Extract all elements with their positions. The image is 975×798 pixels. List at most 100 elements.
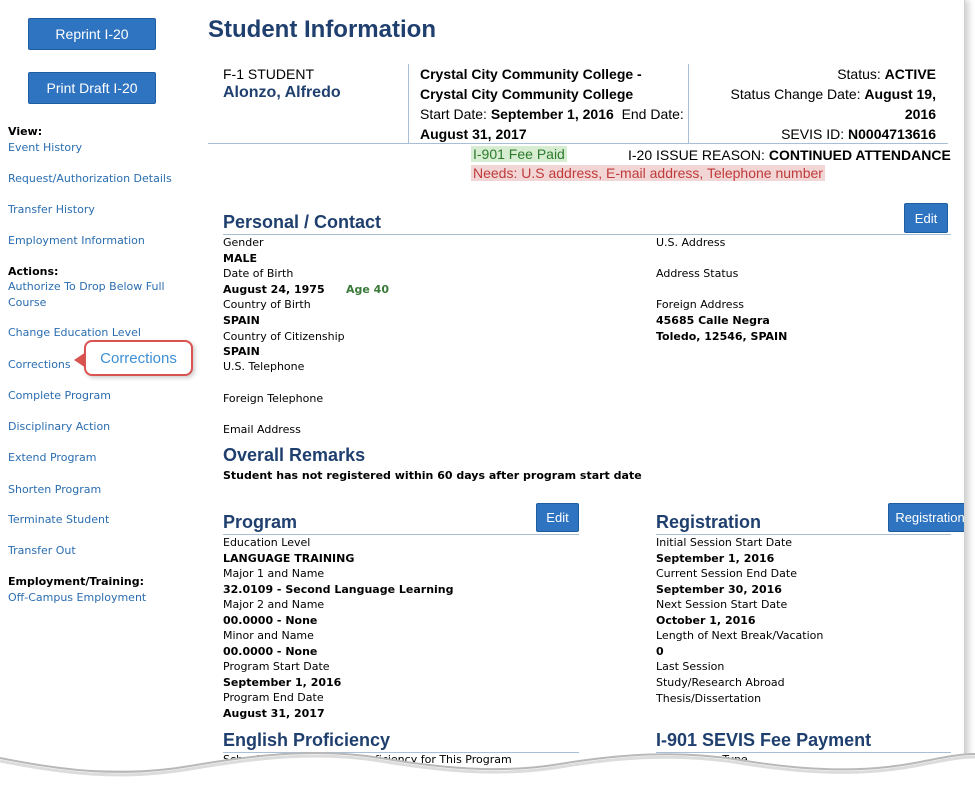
sidebar-link-authorize-drop-course[interactable]: Course (8, 295, 46, 311)
end-date-label: End Date: (621, 106, 684, 122)
initial-session-start-value: September 1, 2016 (656, 552, 775, 565)
sidebar-link-employment-information[interactable]: Employment Information (8, 233, 145, 249)
address-status-label: Address Status (656, 267, 739, 280)
dob-value: August 24, 1975 (223, 283, 325, 296)
education-level-label: Education Level (223, 536, 311, 549)
study-research-abroad-label: Study/Research Abroad (656, 676, 785, 689)
us-telephone-label: U.S. Telephone (223, 360, 305, 373)
overall-remarks-text: Student has not registered within 60 day… (223, 469, 642, 482)
foreign-address-line-2: Toledo, 12546, SPAIN (656, 330, 788, 343)
issue-reason: I-20 ISSUE REASON: CONTINUED ATTENDANCE (628, 147, 951, 163)
personal-contact-title: Personal / Contact (223, 212, 382, 232)
employment-training-heading: Employment/Training: (8, 575, 144, 588)
gender-label: Gender (223, 236, 264, 249)
view-heading: View: (8, 125, 43, 138)
issue-reason-label: I-20 ISSUE REASON: (628, 147, 769, 163)
program-dates: Start Date: September 1, 2016 End Date: (420, 104, 688, 124)
program-start-label: Program Start Date (223, 660, 330, 673)
fee-paid-badge: I-901 Fee Paid (471, 146, 567, 162)
sevis-line: SEVIS ID: N0004713616 (689, 124, 936, 144)
major1-label: Major 1 and Name (223, 567, 325, 580)
program-end-label: Program End Date (223, 691, 324, 704)
sidebar-link-authorize-drop-below-full[interactable]: Authorize To Drop Below Full (8, 279, 165, 295)
student-type: F-1 STUDENT (223, 66, 314, 82)
needs-badge: Needs: U.S address, E-mail address, Tele… (471, 165, 825, 181)
registration-title: Registration (656, 512, 762, 532)
start-date-value: September 1, 2016 (490, 106, 614, 122)
school-line-2: Crystal City Community College (420, 86, 634, 102)
program-end-value: August 31, 2017 (223, 707, 325, 720)
foreign-address-label: Foreign Address (656, 298, 745, 311)
status-change-year: 2016 (904, 106, 936, 122)
status-line: Status: ACTIVE (689, 64, 936, 84)
email-address-label: Email Address (223, 423, 301, 436)
thesis-dissertation-label: Thesis/Dissertation (656, 692, 762, 705)
initial-session-start-label: Initial Session Start Date (656, 536, 793, 549)
sidebar-link-event-history[interactable]: Event History (8, 140, 82, 156)
school-info: Crystal City Community College - Crystal… (408, 64, 688, 144)
foreign-address-line-1: 45685 Calle Negra (656, 314, 770, 327)
country-of-citizenship-value: SPAIN (223, 345, 260, 358)
education-level-value: LANGUAGE TRAINING (223, 552, 355, 565)
sidebar-link-request-authorization-details[interactable]: Request/Authorization Details (8, 171, 172, 187)
next-session-start-label: Next Session Start Date (656, 598, 788, 611)
sidebar-link-terminate-student[interactable]: Terminate Student (8, 512, 109, 528)
actions-heading: Actions: (8, 265, 59, 278)
program-start-value: September 1, 2016 (223, 676, 342, 689)
sevis-label: SEVIS ID: (781, 126, 849, 142)
status-label: Status: (837, 66, 885, 82)
status-change-label: Status Change Date: (730, 86, 865, 102)
start-date-label: Start Date: (420, 106, 491, 122)
current-session-end-value: September 30, 2016 (656, 583, 782, 596)
registration-button[interactable]: Registration (888, 503, 964, 532)
status-change-value: August 19, (864, 86, 936, 102)
registration-divider (656, 534, 951, 535)
minor-label: Minor and Name (223, 629, 314, 642)
page-frame: Reprint I-20 Print Draft I-20 View: Even… (0, 0, 965, 770)
last-session-label: Last Session (656, 660, 725, 673)
print-draft-i20-button[interactable]: Print Draft I-20 (28, 72, 156, 104)
sidebar-link-complete-program[interactable]: Complete Program (8, 388, 111, 404)
age-value: Age 40 (346, 283, 389, 296)
personal-divider (223, 234, 951, 235)
next-break-length-value: 0 (656, 645, 664, 658)
reprint-i20-button[interactable]: Reprint I-20 (28, 18, 156, 50)
major1-value: 32.0109 - Second Language Learning (223, 583, 454, 596)
major2-value: 00.0000 - None (223, 614, 318, 627)
personal-edit-button[interactable]: Edit (904, 203, 948, 233)
sidebar-link-off-campus-employment[interactable]: Off-Campus Employment (8, 590, 146, 606)
student-name: Alonzo, Alfredo (223, 84, 341, 101)
dob-label: Date of Birth (223, 267, 294, 280)
sidebar-link-disciplinary-action[interactable]: Disciplinary Action (8, 419, 110, 435)
status-info: Status: ACTIVE Status Change Date: Augus… (688, 64, 948, 144)
foreign-telephone-label: Foreign Telephone (223, 392, 324, 405)
current-session-end-label: Current Session End Date (656, 567, 797, 580)
torn-edge (0, 751, 975, 798)
program-title: Program (223, 512, 298, 532)
minor-value: 00.0000 - None (223, 645, 318, 658)
country-of-birth-value: SPAIN (223, 314, 260, 327)
sidebar-link-transfer-history[interactable]: Transfer History (8, 202, 95, 218)
issue-reason-value: CONTINUED ATTENDANCE (768, 147, 951, 163)
gender-value: MALE (223, 252, 257, 265)
sidebar-link-extend-program[interactable]: Extend Program (8, 450, 96, 466)
end-date-value: August 31, 2017 (420, 126, 527, 142)
sidebar-link-transfer-out[interactable]: Transfer Out (8, 543, 76, 559)
sidebar-link-shorten-program[interactable]: Shorten Program (8, 482, 101, 498)
status-change-line: Status Change Date: August 19, (689, 84, 936, 104)
status-value: ACTIVE (884, 66, 936, 82)
country-of-birth-label: Country of Birth (223, 298, 311, 311)
next-break-length-label: Length of Next Break/Vacation (656, 629, 824, 642)
country-of-citizenship-label: Country of Citizenship (223, 330, 345, 343)
major2-label: Major 2 and Name (223, 598, 325, 611)
student-header: F-1 STUDENT Alonzo, Alfredo Crystal City… (208, 64, 948, 144)
program-edit-button[interactable]: Edit (536, 503, 579, 532)
program-divider (223, 534, 579, 535)
sidebar-link-change-education-level[interactable]: Change Education Level (8, 325, 141, 341)
sevis-id: N0004713616 (848, 126, 936, 142)
overall-remarks-title: Overall Remarks (223, 445, 366, 465)
page-title: Student Information (208, 16, 436, 43)
sidebar-link-corrections[interactable]: Corrections (8, 357, 71, 373)
corrections-callout: Corrections (84, 340, 193, 376)
student-identity: F-1 STUDENT Alonzo, Alfredo (208, 64, 408, 144)
